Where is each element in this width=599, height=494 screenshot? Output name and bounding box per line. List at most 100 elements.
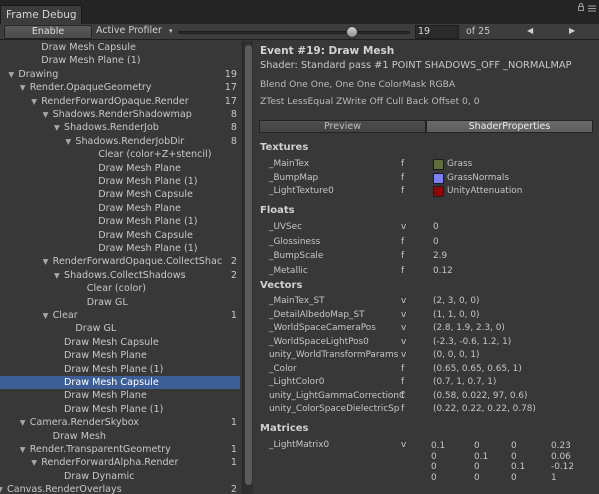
property-row: _WorldSpaceLightPos0 v (-2.3, -0.6, 1.2, 1… <box>253 337 599 349</box>
expand-triangle-icon[interactable]: ▼ <box>54 121 60 134</box>
property-name: _DetailAlbedoMap_ST <box>269 309 365 320</box>
tree-scrollbar[interactable] <box>242 41 253 494</box>
matrix-cell: 0 <box>474 472 480 483</box>
tree-row[interactable]: Draw Mesh Plane (1) <box>0 175 240 188</box>
expand-triangle-icon[interactable]: ▼ <box>20 81 26 94</box>
tree-row[interactable]: Draw Mesh <box>0 430 240 443</box>
tree-row-count: 1 <box>230 310 237 321</box>
property-row: _BumpScale f 2.9 <box>253 251 599 263</box>
expand-triangle-icon[interactable]: ▼ <box>65 135 71 148</box>
matrix-cell: 0 <box>511 451 517 462</box>
tree-row[interactable]: Draw Mesh Plane <box>0 162 240 175</box>
tree-row[interactable]: ▼ Shadows.RenderJobDir 8 <box>0 135 240 148</box>
event-slider-track[interactable] <box>178 31 410 34</box>
tree-row[interactable]: Draw Mesh Capsule <box>0 188 240 201</box>
textures-header: Textures <box>260 142 309 153</box>
tree-row[interactable]: Draw Mesh Plane (1) <box>0 242 240 255</box>
expand-triangle-icon[interactable]: ▼ <box>20 443 26 456</box>
expand-triangle-icon[interactable]: ▼ <box>20 416 26 429</box>
tree-row[interactable]: Draw Mesh Plane (1) <box>0 54 240 67</box>
event-slider-thumb[interactable] <box>346 26 358 38</box>
expand-triangle-icon[interactable]: ▼ <box>31 456 37 469</box>
property-row: _LightMatrix0 v <box>253 440 599 452</box>
expand-triangle-icon[interactable]: ▼ <box>54 269 60 282</box>
enable-button[interactable]: Enable <box>4 25 92 39</box>
expand-triangle-icon[interactable]: ▼ <box>31 95 37 108</box>
prev-event-icon[interactable]: ◀ <box>527 25 537 39</box>
tree-row[interactable]: ▼ RenderForwardOpaque.CollectShac 2 <box>0 255 240 268</box>
expand-triangle-icon[interactable]: ▼ <box>43 309 49 322</box>
tree-row[interactable]: ▼ Render.OpaqueGeometry 17 <box>0 81 240 94</box>
property-value: (0.22, 0.22, 0.22, 0.78) <box>433 404 536 414</box>
tab-preview[interactable]: Preview <box>259 120 426 133</box>
details-tabbar: Preview ShaderProperties <box>259 120 593 133</box>
property-scope: f <box>401 186 405 196</box>
tab-shader-properties[interactable]: ShaderProperties <box>426 120 593 133</box>
matrix-cell: 0.23 <box>551 441 571 451</box>
tree-row[interactable]: Draw Mesh Capsule <box>0 229 240 242</box>
tree-row[interactable]: Draw Mesh Capsule <box>0 376 240 390</box>
property-name: _UVSec <box>269 222 302 232</box>
tree-row-count: 2 <box>230 269 237 281</box>
expand-triangle-icon[interactable]: ▼ <box>0 483 3 494</box>
tree-row[interactable]: Draw Dynamic <box>0 470 240 483</box>
blend-state: Blend One One, One One ColorMask RGBA <box>260 79 456 90</box>
tree-row[interactable]: Draw Mesh Plane (1) <box>0 363 240 376</box>
property-scope: f <box>401 404 405 414</box>
tree-row[interactable]: Draw Mesh Capsule <box>0 336 240 349</box>
tree-row[interactable]: ▼ Canvas.RenderOverlays 2 <box>0 483 240 494</box>
tree-row-label: RenderForwardAlpha.Render <box>41 457 179 469</box>
property-value: 0 <box>433 236 439 247</box>
tree-row[interactable]: ▼ Camera.RenderSkybox 1 <box>0 416 240 429</box>
tree-row-count: 8 <box>230 109 237 120</box>
event-title: Event #19: Draw Mesh <box>260 45 395 57</box>
tree-row[interactable]: Draw GL <box>0 322 240 335</box>
tree-row[interactable]: ▼ Render.TransparentGeometry 1 <box>0 443 240 456</box>
tree-row-label: Drawing <box>18 68 59 80</box>
tree-row[interactable]: ▼ Drawing 19 <box>0 68 240 81</box>
property-scope: f <box>401 265 405 276</box>
tree-row[interactable]: ▼ RenderForwardAlpha.Render 1 <box>0 456 240 469</box>
property-value: (0.58, 0.022, 97, 0.6) <box>433 390 528 401</box>
property-scope: f <box>401 236 405 247</box>
expand-triangle-icon[interactable]: ▼ <box>43 108 49 121</box>
expand-triangle-icon[interactable]: ▼ <box>43 255 49 268</box>
tree-row[interactable]: ▼ Clear 1 <box>0 309 240 322</box>
tree-row[interactable]: Draw Mesh Plane <box>0 389 240 402</box>
tree-row-label: Render.TransparentGeometry <box>29 444 171 455</box>
property-value: 2.9 <box>433 251 448 261</box>
tree-row[interactable]: Draw Mesh Plane (1) <box>0 403 240 416</box>
tree-row-label: Draw Mesh Capsule <box>98 229 193 241</box>
property-value: (1, 1, 0, 0) <box>433 309 480 320</box>
tree-row[interactable]: ▼ Shadows.RenderJob 8 <box>0 121 240 134</box>
property-row: _WorldSpaceCameraPos v (2.8, 1.9, 2.3, 0) <box>253 323 599 335</box>
texture-thumbnail[interactable] <box>433 172 444 184</box>
tree-row[interactable]: Draw Mesh Plane (1) <box>0 215 240 228</box>
tree-row-count: 1 <box>230 444 237 455</box>
window-titlebar: Frame Debug <box>0 0 599 24</box>
tree-row[interactable]: ▼ Shadows.RenderShadowmap 8 <box>0 108 240 121</box>
next-event-icon[interactable]: ▶ <box>569 25 579 39</box>
enable-button-label: Enable <box>31 26 65 37</box>
shader-info: Shader: Standard pass #1 POINT SHADOWS_O… <box>260 60 572 71</box>
tree-row[interactable]: ▼ Shadows.CollectShadows 2 <box>0 269 240 282</box>
tree-row[interactable]: ▼ RenderForwardOpaque.Render 17 <box>0 95 240 108</box>
tree-row[interactable]: Clear (color) <box>0 282 240 295</box>
event-index-field[interactable]: 19 <box>415 25 459 39</box>
property-scope: f <box>401 390 405 401</box>
window-menu-icon[interactable] <box>587 3 597 16</box>
tree-row[interactable]: Clear (color+Z+stencil) <box>0 148 240 161</box>
lock-icon[interactable] <box>577 3 585 14</box>
texture-thumbnail[interactable] <box>433 186 444 197</box>
tree-row-label: Draw Mesh Capsule <box>41 42 136 53</box>
property-scope: f <box>401 377 405 387</box>
tree-row[interactable]: Draw GL <box>0 296 240 309</box>
texture-thumbnail[interactable] <box>433 159 444 170</box>
window-tab-frame-debug[interactable]: Frame Debug <box>0 5 82 24</box>
tree-scrollbar-thumb[interactable] <box>245 45 252 485</box>
expand-triangle-icon[interactable]: ▼ <box>8 68 14 81</box>
profiler-dropdown[interactable]: Active Profiler ▾ <box>96 25 176 39</box>
tree-row[interactable]: Draw Mesh Capsule <box>0 41 240 54</box>
tree-row[interactable]: Draw Mesh Plane <box>0 349 240 362</box>
tree-row[interactable]: Draw Mesh Plane <box>0 202 240 215</box>
